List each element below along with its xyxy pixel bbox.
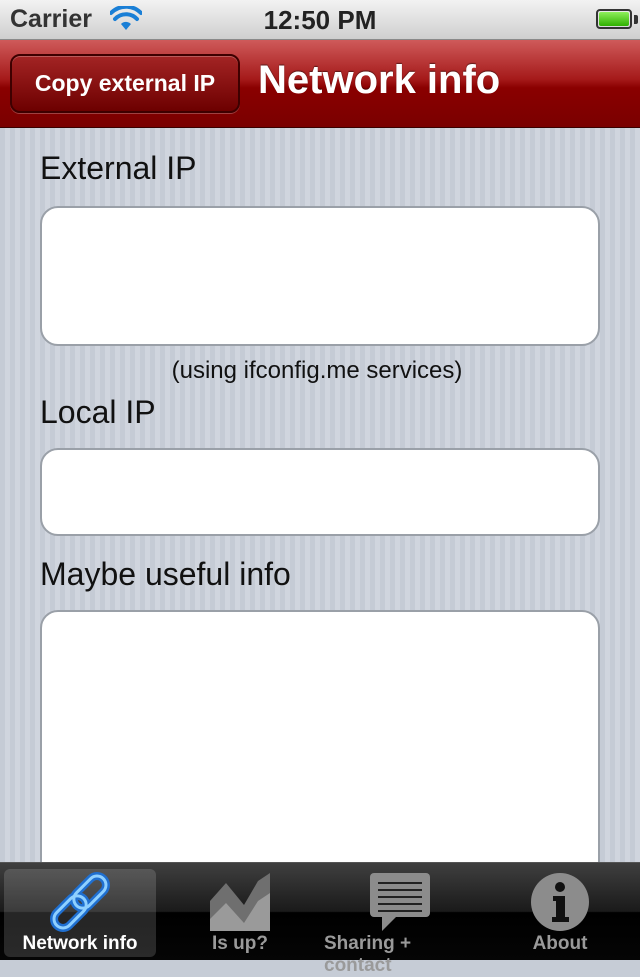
speech-bubble-icon [370,873,430,931]
tab-bar: Network info Is up? Sharing + contact Ab… [0,862,640,976]
external-ip-field[interactable] [40,206,600,346]
chart-icon [210,873,270,931]
tab-label: Network info [22,933,138,954]
local-ip-label: Local IP [40,394,156,430]
tab-is-up[interactable]: Is up? [164,869,316,957]
battery-tip [634,15,638,24]
info-icon [531,873,589,931]
wifi-icon [110,6,142,30]
useful-info-field[interactable] [40,610,600,862]
carrier-name: Carrier [10,5,92,33]
external-ip-hint: (using ifconfig.me services) [171,357,463,384]
status-bar: Carrier 12:50 PM [0,0,640,40]
tab-about[interactable]: About [484,869,636,957]
copy-external-ip-button[interactable]: Copy external IP [10,54,240,113]
battery-icon [596,9,632,29]
page-title: Network info [258,58,501,102]
tab-label: About [532,933,588,954]
tab-sharing-contact[interactable]: Sharing + contact [324,869,476,976]
tab-label: Is up? [212,933,268,954]
main-content[interactable]: External IP (using ifconfig.me services)… [0,128,640,862]
status-time: 12:50 PM [263,5,377,35]
navigation-bar: Copy external IP Network info [0,40,640,128]
useful-info-label: Maybe useful info [40,556,291,592]
tab-label: Sharing + contact [324,933,412,976]
local-ip-field[interactable] [40,448,600,536]
external-ip-label: External IP [40,150,197,186]
battery-level [599,12,629,26]
link-chain-icon [50,872,110,932]
tab-network-info[interactable]: Network info [4,869,156,957]
